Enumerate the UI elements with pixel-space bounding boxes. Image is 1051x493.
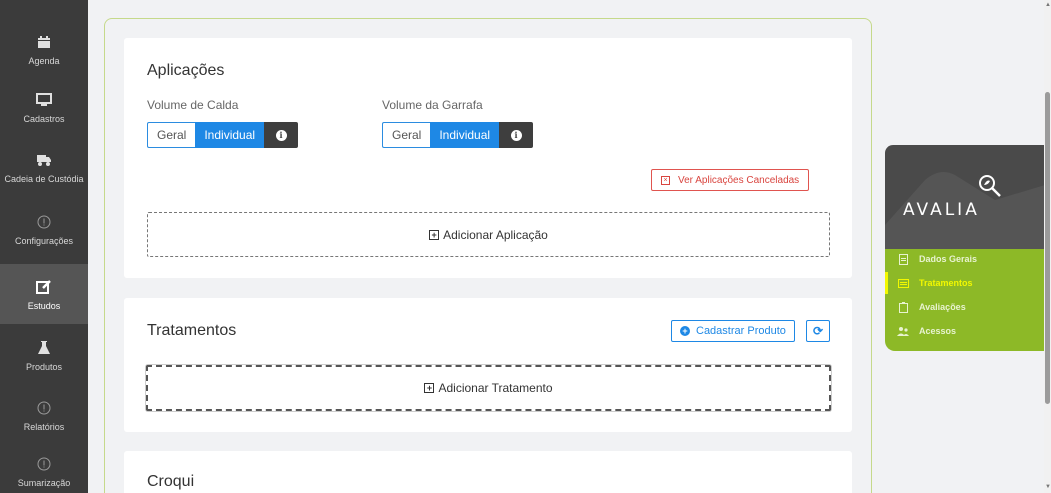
menu-item-dados-gerais[interactable]: Dados Gerais [897,249,977,269]
sidebar-item-label: Sumarização [17,477,71,488]
mountain-decoration [885,171,1045,249]
sidebar-item-label: Configurações [14,235,74,246]
volume-garrafa-geral-button[interactable]: Geral [382,122,431,148]
menu-active-indicator [885,272,888,294]
refresh-button[interactable]: ⟳ [806,320,830,342]
sidebar-item-configuracoes[interactable]: Configurações [0,200,88,258]
sidebar-item-label: Cadastros [23,113,65,124]
cadastrar-produto-button[interactable]: + Cadastrar Produto [671,320,795,342]
volume-garrafa-info-button[interactable]: i [499,122,534,148]
menu-item-label: Dados Gerais [919,254,978,264]
menu-item-avaliacoes[interactable]: Avaliações [897,297,966,317]
close-box-icon: × [661,175,670,185]
sidebar-item-label: Estudos [27,300,61,311]
info-icon: i [275,129,287,141]
info-icon: i [510,129,522,141]
menu-item-label: Avaliações [919,302,966,312]
tratamentos-title: Tratamentos [147,322,237,339]
sidebar-item-cadastros[interactable]: Cadastros [0,78,88,136]
monitor-icon [34,90,54,110]
plus-box-icon: + [429,229,440,240]
alert-circle-icon [34,398,54,418]
volume-calda-info-button[interactable]: i [264,122,299,148]
study-menu: Dados Gerais Tratamentos Avaliações Aces… [885,249,1045,351]
list-icon [897,277,909,289]
sidebar: Agenda Cadastros Cadeia de Custódia Conf… [0,0,88,493]
document-icon [897,253,909,265]
croqui-card: Croqui [124,451,852,493]
sidebar-item-estudos[interactable]: Estudos [0,264,88,324]
scroll-down-arrow-icon[interactable]: ▼ [1045,484,1051,490]
avalia-logo-panel: AVALIA [885,145,1045,249]
tratamentos-card: Tratamentos + Cadastrar Produto ⟳ + Adic… [124,298,852,432]
ver-aplicacoes-canceladas-label: Ver Aplicações Canceladas [678,174,800,186]
menu-item-acessos[interactable]: Acessos [897,321,956,341]
truck-icon [34,150,54,170]
volume-garrafa-toggle: Geral Individual i [382,122,534,148]
sidebar-item-agenda[interactable]: Agenda [0,20,88,78]
adicionar-aplicacao-label: Adicionar Aplicação [443,227,548,242]
flask-icon [34,338,54,358]
avalia-logo: AVALIA [903,200,980,220]
croqui-title: Croqui [147,473,195,490]
aplicacoes-card: Aplicações Volume de Calda Geral Individ… [124,38,852,278]
adicionar-aplicacao-button[interactable]: + Adicionar Aplicação [147,212,830,257]
sidebar-item-label: Produtos [25,361,63,372]
plus-circle-icon: + [680,326,690,336]
users-icon [897,325,909,337]
adicionar-tratamento-button[interactable]: + Adicionar Tratamento [146,365,831,411]
sidebar-item-sumarizacao[interactable]: Sumarização [0,442,88,493]
volume-calda-label: Volume de Calda [147,98,239,112]
ver-aplicacoes-canceladas-button[interactable]: × Ver Aplicações Canceladas [651,169,810,191]
adicionar-tratamento-label: Adicionar Tratamento [438,381,553,395]
sidebar-item-label: Cadeia de Custódia [4,173,84,184]
cadastrar-produto-label: Cadastrar Produto [696,325,786,337]
menu-item-tratamentos[interactable]: Tratamentos [897,273,973,293]
clipboard-icon [897,301,909,313]
alert-circle-icon [34,212,54,232]
magnifier-leaf-icon [979,175,1001,197]
refresh-icon: ⟳ [812,324,824,338]
aplicacoes-title: Aplicações [147,62,225,79]
sidebar-item-label: Agenda [28,55,60,66]
sidebar-item-produtos[interactable]: Produtos [0,326,88,384]
volume-garrafa-label: Volume da Garrafa [382,98,483,112]
scrollbar-thumb[interactable] [1045,92,1050,404]
volume-calda-geral-button[interactable]: Geral [147,122,196,148]
volume-garrafa-individual-button[interactable]: Individual [430,122,500,148]
sidebar-item-relatorios[interactable]: Relatórios [0,386,88,444]
volume-calda-toggle: Geral Individual i [147,122,299,148]
menu-item-label: Acessos [919,326,957,336]
sidebar-item-cadeia-de-custodia[interactable]: Cadeia de Custódia [0,138,88,196]
menu-item-label: Tratamentos [919,278,973,288]
calendar-icon [34,32,54,52]
plus-box-icon: + [424,383,435,393]
volume-calda-individual-button[interactable]: Individual [195,122,265,148]
sidebar-item-label: Relatórios [23,421,65,432]
scroll-up-arrow-icon[interactable]: ▲ [1045,2,1051,8]
edit-icon [34,277,54,297]
alert-circle-icon [34,454,54,474]
